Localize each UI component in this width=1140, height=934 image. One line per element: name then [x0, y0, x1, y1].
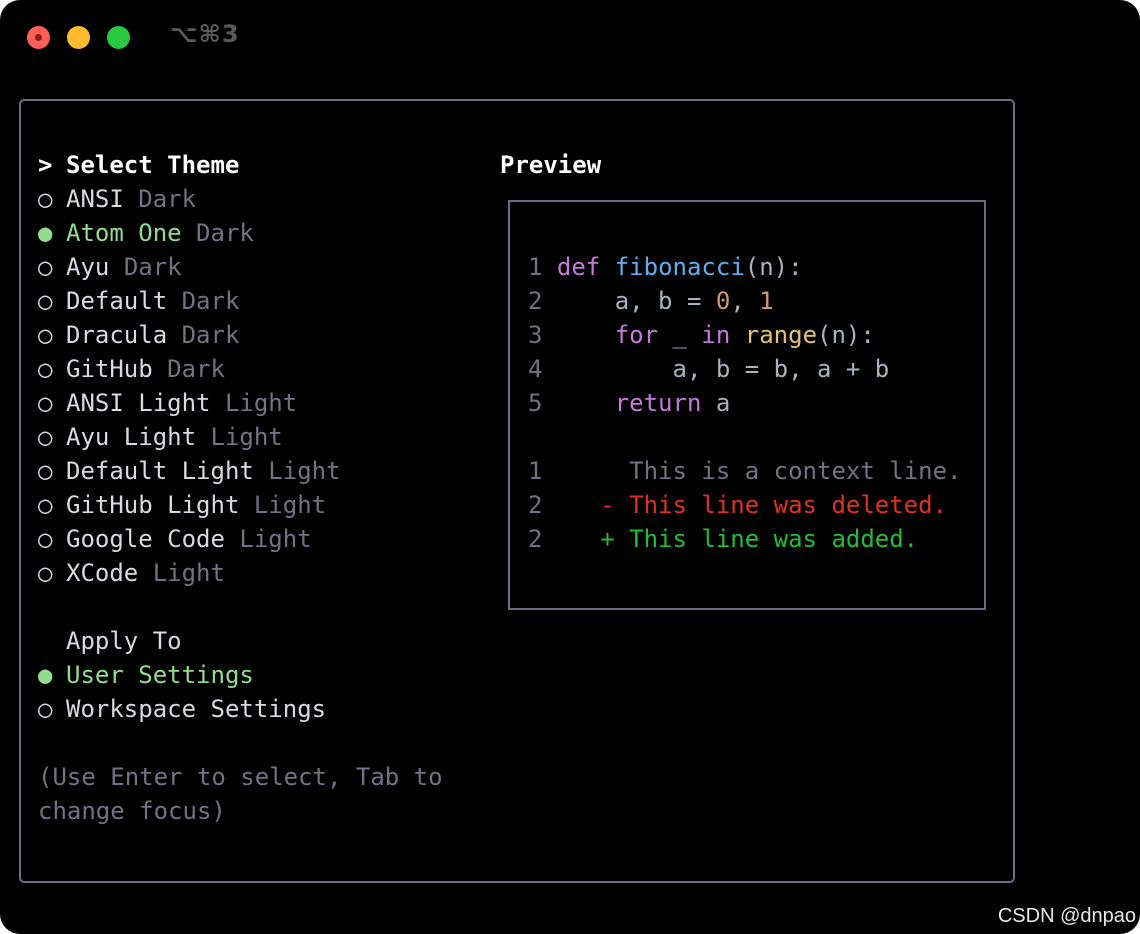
theme-option-name: Default Light: [66, 457, 254, 485]
apply-to-heading: Apply To: [66, 627, 182, 655]
radio-unselected-icon: ○: [38, 423, 53, 451]
theme-option[interactable]: ○ Default Dark: [38, 284, 239, 318]
code-line-5: 5 return a: [528, 389, 731, 417]
theme-option-variant: Dark: [181, 321, 240, 349]
theme-option[interactable]: ○ GitHub Light Light: [38, 488, 326, 522]
radio-selected-icon: ●: [38, 661, 53, 689]
theme-option-variant: Light: [210, 423, 283, 451]
radio-unselected-icon: ○: [38, 559, 53, 587]
radio-unselected-icon: ○: [38, 525, 53, 553]
theme-option-name: GitHub Light: [66, 491, 240, 519]
radio-unselected-icon: ○: [38, 491, 53, 519]
theme-option[interactable]: ○ ANSI Light Light: [38, 386, 297, 420]
apply-to-option-label: User Settings: [66, 661, 254, 689]
theme-option-name: Ayu: [66, 253, 110, 281]
theme-option[interactable]: ○ Ayu Dark: [38, 250, 182, 284]
code-line-4: 4 a, b = b, a + b: [528, 355, 890, 383]
theme-option-variant: Dark: [196, 219, 254, 247]
theme-option-name: Google Code: [66, 525, 225, 553]
terminal-window: ⌥⌘3 > Select Theme ○ ANSI Dark ● Atom One Da…: [0, 0, 1140, 934]
minimize-button[interactable]: [67, 26, 90, 49]
watermark: CSDN @dnpao: [997, 905, 1136, 927]
radio-unselected-icon: ○: [38, 457, 53, 485]
theme-option-name: ANSI Light: [66, 389, 211, 417]
theme-option-name: XCode: [66, 559, 139, 587]
diff-added-line: 2 + This line was added.: [528, 525, 919, 553]
theme-option-name: ANSI: [66, 185, 124, 213]
theme-option-variant: Light: [268, 457, 341, 485]
theme-option-variant: Light: [253, 491, 327, 519]
code-line-1: 1 def fibonacci(n):: [528, 253, 803, 281]
preview-title: Preview: [500, 151, 602, 179]
theme-option[interactable]: ○ GitHub Dark: [38, 352, 225, 386]
cursor-marker: >: [38, 151, 53, 179]
theme-option[interactable]: ○ Dracula Dark: [38, 318, 239, 352]
theme-option-variant: Dark: [167, 355, 225, 383]
theme-option-variant: Light: [239, 525, 312, 553]
theme-option-variant: Light: [152, 559, 225, 587]
radio-unselected-icon: ○: [38, 695, 53, 723]
radio-selected-icon: ●: [38, 219, 53, 247]
radio-unselected-icon: ○: [38, 321, 53, 349]
diff-deleted-line: 2 - This line was deleted.: [528, 491, 948, 519]
radio-unselected-icon: ○: [38, 389, 53, 417]
radio-unselected-icon: ○: [38, 185, 53, 213]
theme-option[interactable]: ○ Default Light Light: [38, 454, 341, 488]
code-line-2: 2 a, b = 0, 1: [528, 287, 774, 315]
theme-option-name: Dracula: [66, 321, 168, 349]
apply-to-option-label: Workspace Settings: [66, 695, 327, 723]
theme-option[interactable]: ○ Ayu Light Light: [38, 420, 283, 454]
window-title: ⌥⌘3: [170, 20, 240, 48]
hint-line-2: change focus): [38, 797, 226, 825]
maximize-button[interactable]: [107, 26, 130, 49]
radio-unselected-icon: ○: [38, 253, 53, 281]
theme-list-heading: > Select Theme: [38, 148, 239, 182]
radio-unselected-icon: ○: [38, 287, 53, 315]
theme-option-name: Default: [66, 287, 168, 315]
hint-line-1: (Use Enter to select, Tab to: [38, 763, 443, 791]
theme-option[interactable]: ○ Google Code Light: [38, 522, 312, 556]
close-button[interactable]: [27, 26, 50, 49]
theme-option-name: GitHub: [66, 355, 153, 383]
apply-to-option[interactable]: ● User Settings: [38, 658, 254, 692]
diff-context-line: 1 This is a context line.: [528, 457, 962, 485]
code-line-3: 3 for _ in range(n):: [528, 321, 875, 349]
theme-option-variant: Dark: [138, 185, 197, 213]
apply-to-option[interactable]: ○ Workspace Settings: [38, 692, 326, 726]
radio-unselected-icon: ○: [38, 355, 53, 383]
theme-option-name: Atom One: [66, 219, 182, 247]
theme-option[interactable]: ● Atom One Dark: [38, 216, 254, 250]
theme-option-variant: Light: [224, 389, 298, 417]
theme-option-name: Ayu Light: [66, 423, 197, 451]
theme-option[interactable]: ○ XCode Light: [38, 556, 225, 590]
theme-option[interactable]: ○ ANSI Dark: [38, 182, 196, 216]
theme-option-variant: Dark: [123, 253, 182, 281]
theme-option-variant: Dark: [181, 287, 240, 315]
